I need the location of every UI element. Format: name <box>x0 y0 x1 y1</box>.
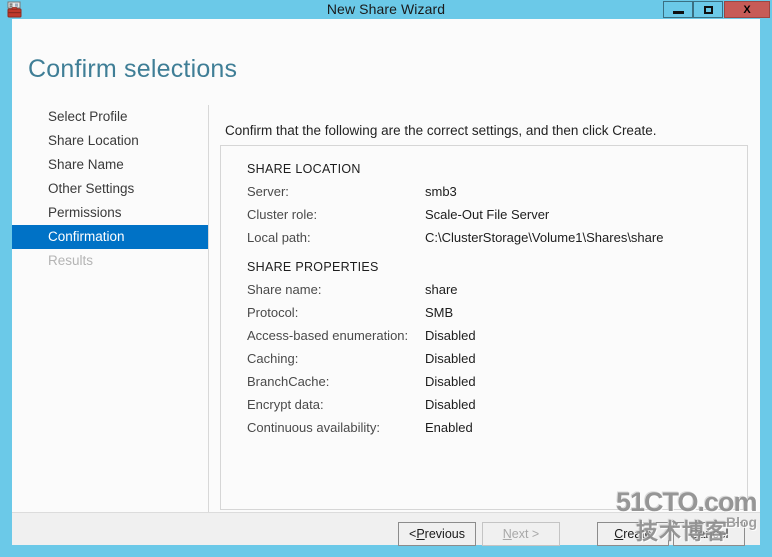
row-value-encrypt-data: Disabled <box>425 397 476 412</box>
close-button[interactable]: X <box>724 1 770 18</box>
maximize-button[interactable] <box>693 1 723 18</box>
section-title-share-location: SHARE LOCATION <box>247 162 361 176</box>
sidebar-item-label: Other Settings <box>48 181 135 196</box>
row-label-access-based-enumeration: Access-based enumeration: <box>247 328 409 343</box>
previous-button-accesskey: P <box>416 527 425 541</box>
sidebar-item-confirmation[interactable]: Confirmation <box>12 225 208 249</box>
sidebar-divider <box>208 105 209 517</box>
sidebar-item-label: Share Name <box>48 157 124 172</box>
create-button[interactable]: Create <box>597 522 669 546</box>
sidebar-item-results: Results <box>12 249 208 273</box>
row-label-local-path: Local path: <box>247 230 311 245</box>
row-label-cluster-role: Cluster role: <box>247 207 318 222</box>
section-title-share-properties: SHARE PROPERTIES <box>247 260 379 274</box>
sidebar-item-other-settings[interactable]: Other Settings <box>12 177 208 201</box>
row-label-server: Server: <box>247 184 289 199</box>
row-label-protocol: Protocol: <box>247 305 299 320</box>
row-value-local-path: C:\ClusterStorage\Volume1\Shares\share <box>425 230 664 245</box>
row-label-share-name: Share name: <box>247 282 322 297</box>
cancel-button[interactable]: Cancel <box>673 522 745 546</box>
next-button-accesskey: N <box>502 527 512 541</box>
wizard-step-nav: Select Profile Share Location Share Name… <box>12 105 208 517</box>
create-button-label: reate <box>623 527 652 541</box>
row-label-encrypt-data: Encrypt data: <box>247 397 324 412</box>
row-label-branchcache: BranchCache: <box>247 374 330 389</box>
previous-button-label: revious <box>424 527 465 541</box>
row-value-share-name: share <box>425 282 458 297</box>
cancel-button-label: Cancel <box>689 527 729 541</box>
close-icon: X <box>743 3 751 16</box>
wizard-client-area: Confirm selections Select Profile Share … <box>12 19 760 546</box>
minimize-button[interactable] <box>663 1 693 18</box>
sidebar-item-select-profile[interactable]: Select Profile <box>12 105 208 129</box>
row-label-continuous-availability: Continuous availability: <box>247 420 380 435</box>
sidebar-item-label: Share Location <box>48 133 139 148</box>
minimize-icon <box>672 10 684 14</box>
sidebar-item-label: Confirmation <box>48 229 125 244</box>
title-bar: New Share Wizard X <box>0 0 772 19</box>
sidebar-item-label: Select Profile <box>48 109 128 124</box>
sidebar-item-label: Permissions <box>48 205 122 220</box>
row-value-server: smb3 <box>425 184 457 199</box>
row-value-caching: Disabled <box>425 351 476 366</box>
sidebar-item-share-location[interactable]: Share Location <box>12 129 208 153</box>
maximize-icon <box>703 5 713 14</box>
row-value-cluster-role: Scale-Out File Server <box>425 207 550 222</box>
next-button-label: ext > <box>511 527 540 541</box>
wizard-window: New Share Wizard X Confirm selections Se… <box>0 0 772 557</box>
summary-panel: SHARE LOCATION Server: smb3 Cluster role… <box>220 145 748 510</box>
page-title: Confirm selections <box>28 55 238 83</box>
row-value-continuous-availability: Enabled <box>425 420 473 435</box>
row-value-access-based-enumeration: Disabled <box>425 328 476 343</box>
sidebar-item-permissions[interactable]: Permissions <box>12 201 208 225</box>
previous-button[interactable]: < Previous <box>398 522 476 546</box>
next-button: Next > <box>482 522 560 546</box>
previous-button-prefix: < <box>409 527 417 541</box>
window-title: New Share Wizard <box>326 1 446 17</box>
create-button-accesskey: C <box>614 527 624 541</box>
wizard-footer: < Previous Next > Create Cancel <box>12 513 760 546</box>
row-value-branchcache: Disabled <box>425 374 476 389</box>
sidebar-item-share-name[interactable]: Share Name <box>12 153 208 177</box>
confirm-instruction: Confirm that the following are the corre… <box>225 123 657 138</box>
row-label-caching: Caching: <box>247 351 299 366</box>
row-value-protocol: SMB <box>425 305 454 320</box>
sidebar-item-label: Results <box>48 253 94 268</box>
